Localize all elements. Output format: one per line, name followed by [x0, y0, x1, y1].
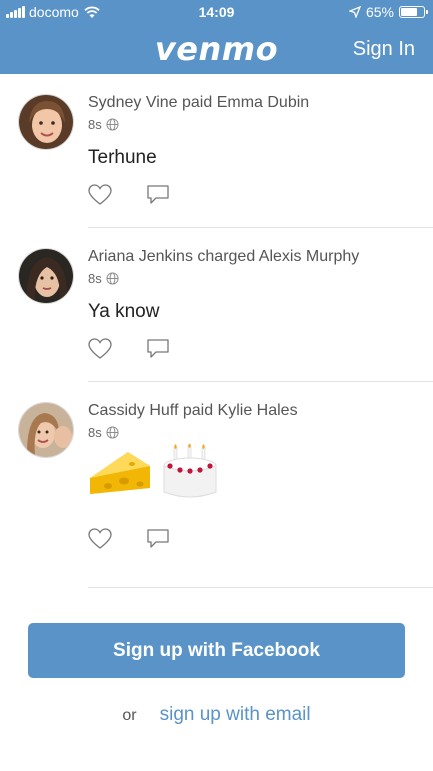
story-actions: [88, 528, 170, 550]
story-meta: 8s: [88, 425, 119, 440]
location-arrow-icon: [348, 6, 361, 18]
story-note: Terhune: [88, 147, 157, 168]
story-headline: Cassidy Huff paid Kylie Hales: [88, 402, 298, 419]
like-heart-icon[interactable]: [88, 184, 112, 206]
feed: Sydney Vine paid Emma Dubin 8s Terhune A…: [0, 74, 433, 588]
birthday-cake-emoji-icon: [163, 444, 217, 498]
like-heart-icon[interactable]: [88, 528, 112, 550]
story-time: 8s: [88, 117, 102, 132]
story-time: 8s: [88, 425, 102, 440]
story-headline: Sydney Vine paid Emma Dubin: [88, 94, 310, 111]
divider: [88, 587, 433, 588]
sign-up-email-link[interactable]: sign up with email: [160, 704, 311, 725]
feed-story[interactable]: Ariana Jenkins charged Alexis Murphy 8s …: [0, 228, 433, 382]
story-meta: 8s: [88, 117, 119, 132]
comment-icon[interactable]: [146, 338, 170, 360]
top-bar: docomo 14:09 65% venmo Sign In: [0, 0, 433, 74]
battery-icon: [399, 6, 428, 18]
story-note: [88, 444, 220, 504]
sign-in-button[interactable]: Sign In: [353, 38, 415, 61]
avatar[interactable]: [18, 402, 74, 458]
story-meta: 8s: [88, 271, 119, 286]
or-label: or: [122, 707, 137, 724]
comment-icon[interactable]: [146, 184, 170, 206]
story-note: Ya know: [88, 301, 160, 322]
globe-icon: [106, 118, 119, 131]
feed-story[interactable]: Cassidy Huff paid Kylie Hales 8s: [0, 382, 433, 588]
avatar[interactable]: [18, 94, 74, 150]
cheese-emoji-icon: [90, 452, 150, 494]
sign-up-facebook-button[interactable]: Sign up with Facebook: [28, 623, 405, 678]
like-heart-icon[interactable]: [88, 338, 112, 360]
avatar[interactable]: [18, 248, 74, 304]
story-time: 8s: [88, 271, 102, 286]
feed-story[interactable]: Sydney Vine paid Emma Dubin 8s Terhune: [0, 74, 433, 228]
comment-icon[interactable]: [146, 528, 170, 550]
globe-icon: [106, 426, 119, 439]
alt-signup: or sign up with email: [0, 704, 433, 726]
globe-icon: [106, 272, 119, 285]
battery-percent: 65%: [365, 4, 394, 20]
status-bar: docomo 14:09 65%: [0, 0, 433, 24]
battery-info: 65%: [348, 4, 428, 20]
story-actions: [88, 338, 170, 360]
story-actions: [88, 184, 170, 206]
story-headline: Ariana Jenkins charged Alexis Murphy: [88, 248, 360, 265]
